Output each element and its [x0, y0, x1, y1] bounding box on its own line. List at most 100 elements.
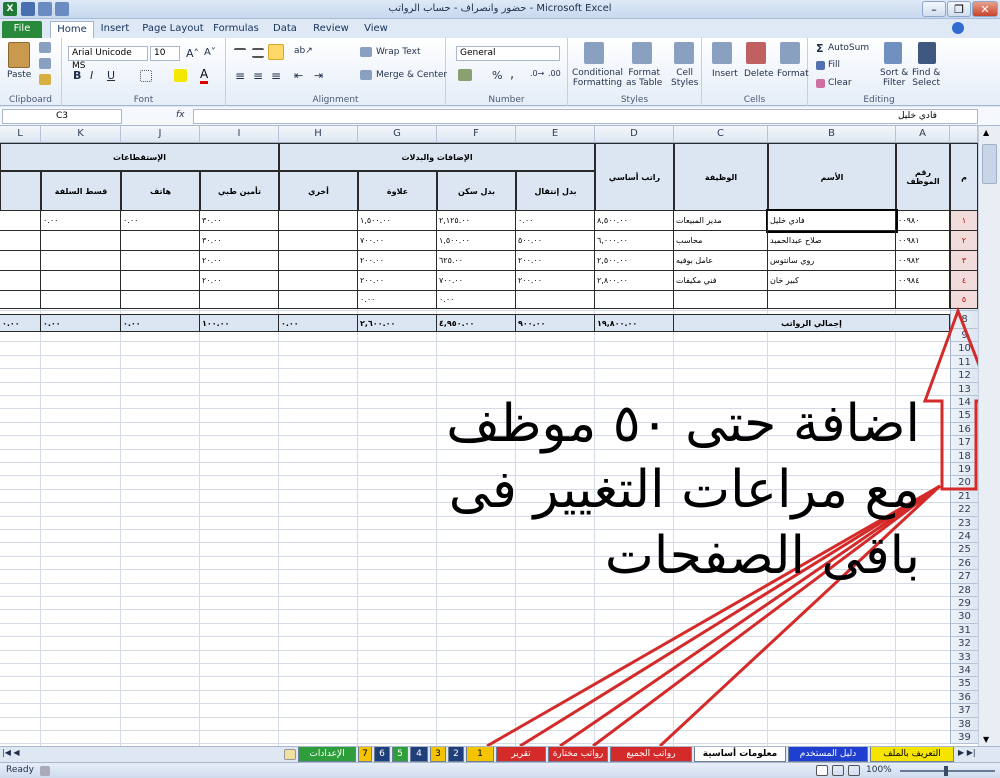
- orientation-icon[interactable]: ab↗: [294, 46, 313, 56]
- underline-button[interactable]: U: [107, 69, 115, 82]
- tab-formulas[interactable]: Formulas: [213, 21, 259, 38]
- minimize-button[interactable]: –: [922, 1, 946, 17]
- shrink-font-icon[interactable]: A˅: [204, 47, 216, 58]
- sheet-tab[interactable]: تقرير موظف: [496, 747, 546, 773]
- tab-file[interactable]: File: [2, 21, 42, 38]
- format-painter-icon[interactable]: [39, 74, 51, 85]
- decrease-indent-icon[interactable]: ⇤: [294, 69, 303, 82]
- page-layout-view-icon[interactable]: [832, 765, 844, 776]
- sort-filter-button[interactable]: Sort & Filter: [880, 68, 908, 88]
- cell-styles-label-1: Cell: [676, 68, 694, 78]
- align-left-icon[interactable]: ≡: [235, 69, 245, 83]
- merge-center-icon[interactable]: [360, 70, 372, 80]
- font-size-select[interactable]: 10: [150, 46, 180, 61]
- insert-button[interactable]: Insert: [712, 69, 738, 79]
- clear-icon[interactable]: [816, 79, 825, 88]
- italic-button[interactable]: I: [90, 69, 93, 82]
- format-button[interactable]: Format: [777, 69, 809, 79]
- macro-record-icon[interactable]: [40, 766, 50, 776]
- scroll-thumb[interactable]: [982, 144, 997, 184]
- sheet-tab[interactable]: 3: [430, 747, 446, 762]
- formula-input[interactable]: فادي خليل: [193, 109, 978, 124]
- cell-styles-icon[interactable]: [674, 42, 694, 64]
- currency-icon[interactable]: [458, 69, 472, 81]
- format-as-table-icon[interactable]: [632, 42, 652, 64]
- tab-data[interactable]: Data: [270, 21, 300, 38]
- align-right-icon[interactable]: ≡: [271, 69, 281, 83]
- increase-decimal-icon[interactable]: .0→: [530, 69, 544, 78]
- vertical-scrollbar[interactable]: ▲ ▼: [978, 126, 1000, 746]
- align-middle-icon[interactable]: [252, 48, 264, 58]
- sheet-tab[interactable]: 6: [374, 747, 390, 762]
- sheet-tab[interactable]: رواتب مختارة: [548, 747, 608, 762]
- number-format-select[interactable]: General: [456, 46, 560, 61]
- grow-font-icon[interactable]: A˄: [186, 47, 199, 60]
- format-as-table-button[interactable]: Format as Table: [626, 68, 662, 88]
- align-center-icon[interactable]: ≡: [253, 69, 263, 83]
- tab-scroll-right-icons[interactable]: ▶ ▶|: [958, 748, 976, 757]
- delete-button[interactable]: Delete: [744, 69, 774, 79]
- scroll-down-icon[interactable]: ▼: [983, 735, 989, 744]
- wrap-text-button[interactable]: Wrap Text: [376, 47, 421, 57]
- sheet-tab[interactable]: التعريف بالملف: [870, 747, 954, 762]
- help-icon[interactable]: [952, 22, 964, 34]
- font-name-select[interactable]: Arial Unicode MS: [68, 46, 148, 71]
- fill-color-icon[interactable]: [174, 69, 187, 82]
- scroll-up-icon[interactable]: ▲: [983, 128, 989, 137]
- format-cells-icon[interactable]: [780, 42, 800, 64]
- sheet-tab[interactable]: 1: [466, 747, 494, 762]
- sheet-tab[interactable]: 4: [410, 747, 428, 762]
- borders-icon[interactable]: [140, 70, 152, 82]
- close-button[interactable]: ✕: [972, 1, 998, 17]
- sheet-tab[interactable]: 7: [358, 747, 372, 762]
- decrease-decimal-icon[interactable]: .00: [548, 69, 561, 78]
- sort-filter-icon[interactable]: [884, 42, 902, 64]
- autosum-button[interactable]: AutoSum: [828, 43, 869, 53]
- insert-function-button[interactable]: fx: [176, 110, 185, 120]
- find-select-icon[interactable]: [918, 42, 936, 64]
- comma-style-icon[interactable]: ,: [510, 67, 514, 82]
- bold-button[interactable]: B: [73, 69, 81, 82]
- paste-button[interactable]: Paste: [7, 70, 31, 80]
- conditional-formatting-button[interactable]: Conditional Formatting: [572, 68, 623, 88]
- tab-review[interactable]: Review: [311, 21, 351, 38]
- tab-scroll-icons[interactable]: |◀ ◀: [2, 748, 20, 757]
- align-top-icon[interactable]: [234, 48, 246, 58]
- increase-indent-icon[interactable]: ⇥: [314, 69, 323, 82]
- cell-styles-button[interactable]: Cell Styles: [671, 68, 698, 88]
- insert-sheet-icon[interactable]: [284, 749, 296, 760]
- zoom-slider-thumb[interactable]: [944, 766, 948, 776]
- name-box[interactable]: C3: [2, 109, 122, 124]
- autosum-icon[interactable]: Σ: [816, 42, 824, 55]
- insert-cells-icon[interactable]: [712, 42, 732, 64]
- clear-button[interactable]: Clear: [828, 78, 852, 88]
- sheet-tab[interactable]: 2: [448, 747, 464, 762]
- sheet-tab[interactable]: رواتب الجميع: [610, 747, 692, 762]
- sheet-tab[interactable]: 5: [392, 747, 408, 762]
- normal-view-icon[interactable]: [816, 765, 828, 776]
- worksheet[interactable]: L K J I H G F E D C B A 1234567891011121…: [0, 126, 1000, 746]
- sheet-tab[interactable]: دليل المستخدم: [788, 747, 868, 762]
- copy-icon[interactable]: [39, 58, 51, 69]
- align-bottom-icon[interactable]: [268, 44, 284, 60]
- delete-cells-icon[interactable]: [746, 42, 766, 64]
- zoom-level[interactable]: 100%: [866, 765, 892, 775]
- page-break-view-icon[interactable]: [848, 765, 860, 776]
- paste-icon[interactable]: [8, 42, 30, 68]
- font-color-icon[interactable]: A: [200, 67, 209, 84]
- conditional-formatting-icon[interactable]: [584, 42, 604, 64]
- sheet-tab[interactable]: معلومات أساسية: [694, 747, 786, 762]
- tab-view[interactable]: View: [361, 21, 391, 38]
- tab-page-layout[interactable]: Page Layout: [142, 21, 204, 38]
- restore-button[interactable]: ❐: [947, 1, 971, 17]
- sheet-tab[interactable]: الإعدادات: [298, 747, 356, 762]
- merge-center-button[interactable]: Merge & Center: [376, 70, 447, 80]
- wrap-text-icon[interactable]: [360, 47, 372, 57]
- cut-icon[interactable]: [39, 42, 51, 53]
- tab-home[interactable]: Home: [50, 21, 94, 38]
- fill-icon[interactable]: [816, 61, 825, 70]
- tab-insert[interactable]: Insert: [98, 21, 132, 38]
- percent-button[interactable]: %: [492, 69, 502, 82]
- fill-button[interactable]: Fill: [828, 60, 840, 70]
- find-select-button[interactable]: Find & Select: [912, 68, 940, 88]
